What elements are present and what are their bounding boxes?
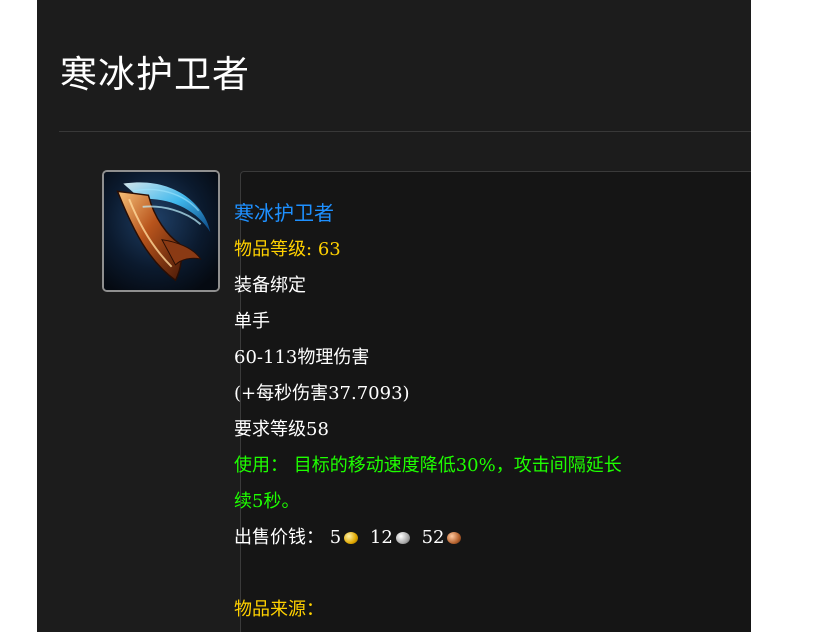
title-divider — [59, 131, 751, 132]
blank-row — [234, 556, 622, 592]
gold-coin-icon — [344, 532, 359, 544]
copper-coin-icon — [447, 532, 462, 544]
blue-ice-curved-dagger-icon — [104, 172, 218, 290]
sell-silver-value: 12 — [369, 527, 393, 548]
item-icon-frame[interactable] — [102, 170, 220, 292]
use-effect-line2: 续5秒。 — [234, 491, 300, 512]
binding-text: 装备绑定 — [234, 275, 306, 296]
item-level-label: 物品等级: — [234, 239, 313, 260]
page-title: 寒冰护卫者 — [60, 53, 250, 96]
use-effect-line1: 使用： 目标的移动速度降低30%，攻击间隔延长 — [234, 455, 622, 476]
tooltip-text: 寒冰护卫者 物品等级: 63 装备绑定 单手 60-113物理伤害 (+每秒伤害… — [234, 198, 622, 628]
dps-text: (+每秒伤害37.7093) — [234, 383, 410, 404]
damage-text: 60-113物理伤害 — [234, 347, 370, 368]
sell-price-label: 出售价钱： — [234, 527, 324, 548]
slot-text: 单手 — [234, 311, 270, 332]
sell-gold-value: 5 — [329, 527, 342, 548]
item-source-label: 物品来源： — [234, 599, 324, 620]
item-level-value: 63 — [317, 239, 341, 260]
silver-coin-icon — [395, 532, 410, 544]
item-name[interactable]: 寒冰护卫者 — [234, 201, 334, 225]
required-level-text: 要求等级58 — [234, 419, 329, 440]
sell-copper-value: 52 — [421, 527, 445, 548]
right-margin — [751, 0, 817, 632]
sell-price-row: 出售价钱： 5 12 52 — [234, 520, 622, 556]
